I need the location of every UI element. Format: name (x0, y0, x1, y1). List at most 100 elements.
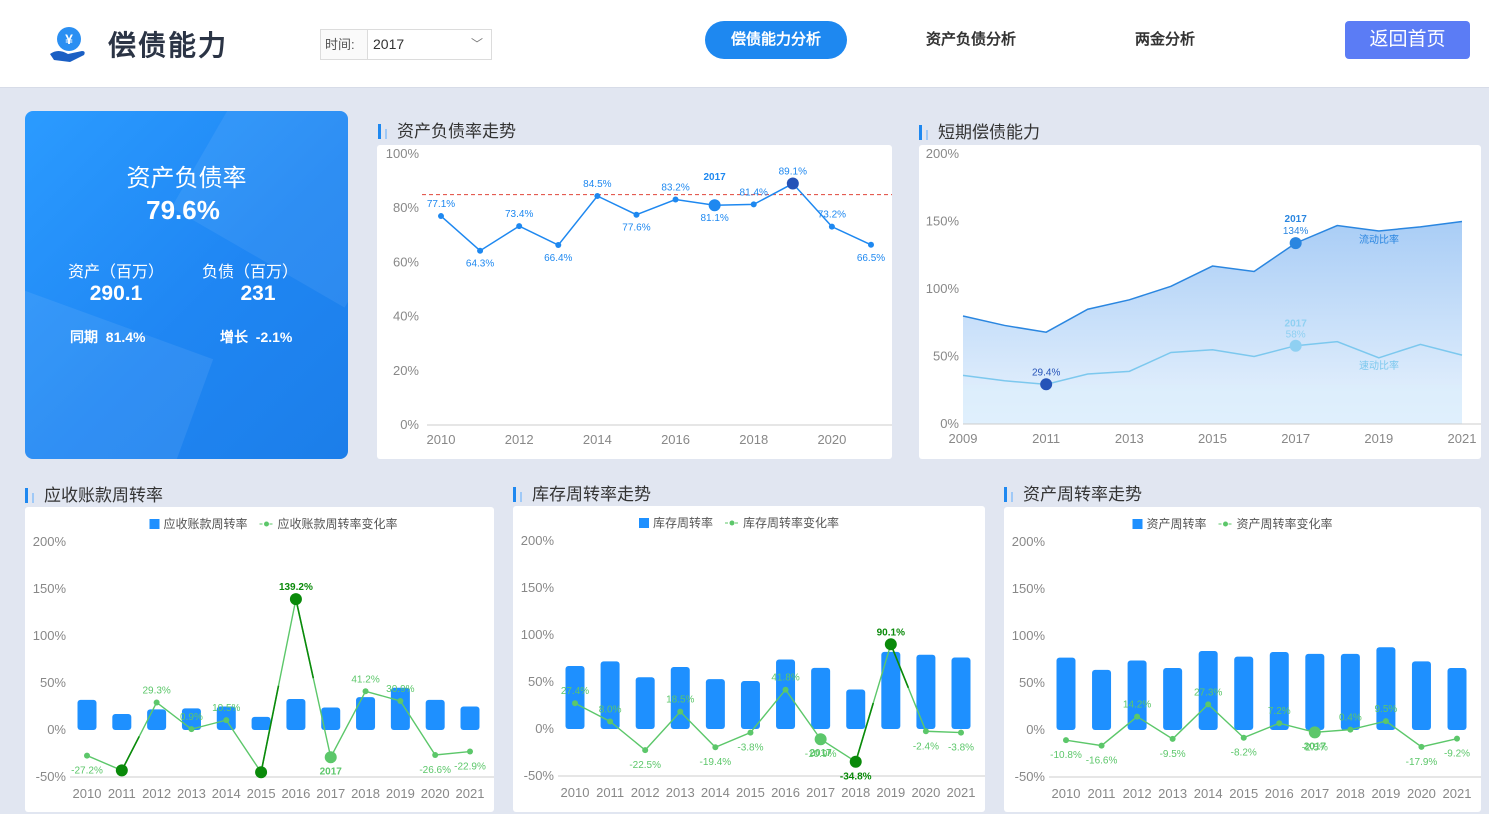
y-tick-label: 0% (1026, 722, 1045, 737)
chevron-down-icon: ﹀ (470, 37, 483, 51)
change-rate-point (849, 755, 862, 768)
x-tick-label: 2019 (1364, 431, 1393, 446)
legend-line-label: 资产周转率变化率 (1237, 516, 1333, 531)
highlight-year-label: 2017 (704, 172, 727, 183)
bar (425, 699, 445, 730)
x-tick-label: 2019 (386, 786, 415, 801)
min-point-label: 29.4% (1032, 367, 1060, 378)
x-tick-label: 2015 (736, 785, 765, 800)
x-tick-label: 2015 (1198, 431, 1227, 446)
y-tick-label: 100% (33, 628, 67, 643)
bar (811, 667, 831, 729)
change-rate-point (782, 686, 789, 693)
change-rate-label: -26.6% (419, 765, 451, 776)
data-point (750, 201, 757, 208)
data-label: 66.5% (857, 253, 885, 264)
legend-bar-label: 库存周转率 (653, 515, 713, 530)
y-tick-label: 100% (926, 281, 960, 296)
change-rate-label: -10.8% (1050, 750, 1082, 761)
change-rate-label: 9.5% (1375, 704, 1398, 715)
y-tick-label: 100% (1012, 628, 1046, 643)
bar (286, 698, 306, 730)
y-tick-label: 0% (535, 721, 554, 736)
change-rate-label: -34.8% (840, 772, 872, 783)
svg-text:¥: ¥ (65, 31, 73, 47)
bar (565, 666, 585, 729)
x-tick-label: 2011 (108, 786, 136, 801)
debt-ratio-panel: 0% 20% 40% 60% 80% 100% 2010 2012 2014 2016 2018 20… (377, 145, 892, 459)
y-tick-label: 0% (47, 722, 66, 737)
change-rate-label: -3.8% (948, 743, 974, 754)
change-rate-label: 0.9% (180, 712, 203, 723)
change-rate-point (1169, 735, 1176, 742)
yoy: 同期 81.4% (70, 327, 145, 347)
bar (916, 654, 936, 729)
data-point (828, 223, 835, 230)
data-label: 89.1% (779, 167, 807, 178)
data-label: 64.3% (466, 259, 494, 270)
x-tick-label: 2017 (1300, 786, 1329, 801)
change-rate-label: -22.5% (629, 760, 661, 771)
y-tick-label: -50% (524, 768, 555, 783)
x-tick-label: 2010 (73, 786, 102, 801)
data-point (708, 199, 721, 212)
y-tick-label: 40% (393, 309, 419, 324)
change-rate-point (884, 638, 897, 651)
change-rate-label: 0.4% (1339, 713, 1362, 724)
x-tick-label: 2021 (1448, 431, 1477, 446)
change-rate-label: -16.6% (1086, 756, 1118, 767)
x-tick-label: 2012 (142, 786, 171, 801)
change-rate-point (1240, 734, 1247, 741)
x-tick-label: 2016 (1265, 786, 1294, 801)
y-tick-label: 150% (926, 214, 960, 229)
bar (77, 699, 97, 730)
x-tick-label: 2017 (1281, 431, 1310, 446)
change-rate-point (1205, 701, 1212, 708)
liabilities-label: 负债（百万） (201, 264, 298, 281)
change-rate-label: 18.5% (666, 695, 694, 706)
x-tick-label: 2009 (949, 431, 978, 446)
change-rate-line (574, 642, 962, 763)
change-rate-point (223, 717, 230, 724)
bar (776, 659, 796, 729)
x-tick-label: 2014 (701, 785, 730, 800)
tab-balance[interactable]: 资产负债分析 (900, 21, 1042, 59)
y-tick-label: 50% (933, 349, 959, 364)
bar (740, 681, 760, 729)
change-rate-point (1454, 735, 1460, 742)
home-button[interactable]: 返回首页 (1345, 21, 1470, 59)
change-rate-label: 41.8% (771, 673, 799, 684)
data-point (555, 242, 562, 249)
change-rate-point (922, 728, 929, 735)
x-tick-label: 2014 (1194, 786, 1223, 801)
x-tick-label: 2020 (1407, 786, 1436, 801)
x-tick-label: 2013 (1158, 786, 1187, 801)
x-tick-label: 2017 (806, 785, 835, 800)
x-tick-label: 2017 (316, 786, 345, 801)
data-point (672, 196, 679, 203)
tab-solvency[interactable]: 偿债能力分析 (705, 21, 847, 59)
x-tick-label: 2016 (281, 786, 310, 801)
change-rate-label: -2.4% (913, 741, 939, 752)
change-rate-point (1098, 742, 1105, 749)
data-label: 77.1% (427, 199, 455, 210)
change-rate-label: 27.3% (1194, 687, 1222, 698)
tab-two-funds[interactable]: 两金分析 (1094, 21, 1236, 59)
y-tick-label: 200% (33, 534, 67, 549)
x-tick-label: 2010 (1052, 786, 1081, 801)
y-tick-label: 60% (393, 254, 419, 269)
time-select[interactable]: 2017 ﹀ (367, 29, 492, 60)
bar (1376, 647, 1396, 730)
x-tick-label: 2012 (631, 785, 660, 800)
data-label: 66.4% (544, 253, 572, 264)
x-tick-label: 2014 (583, 432, 612, 447)
inventory-chart: 库存周转率 库存周转率变化率 -50% 0% 50% 100% 150% 200% 2010 20… (521, 515, 985, 800)
x-tick-label: 2019 (1371, 786, 1400, 801)
y-tick-label: 50% (40, 675, 66, 690)
bar (1092, 669, 1112, 730)
y-tick-label: 20% (393, 363, 419, 378)
growth-value: -2.1% (255, 329, 293, 345)
y-tick-label: 200% (1012, 534, 1046, 549)
change-rate-label: -3.8% (737, 743, 763, 754)
liabilities-value: 231 (240, 282, 276, 305)
